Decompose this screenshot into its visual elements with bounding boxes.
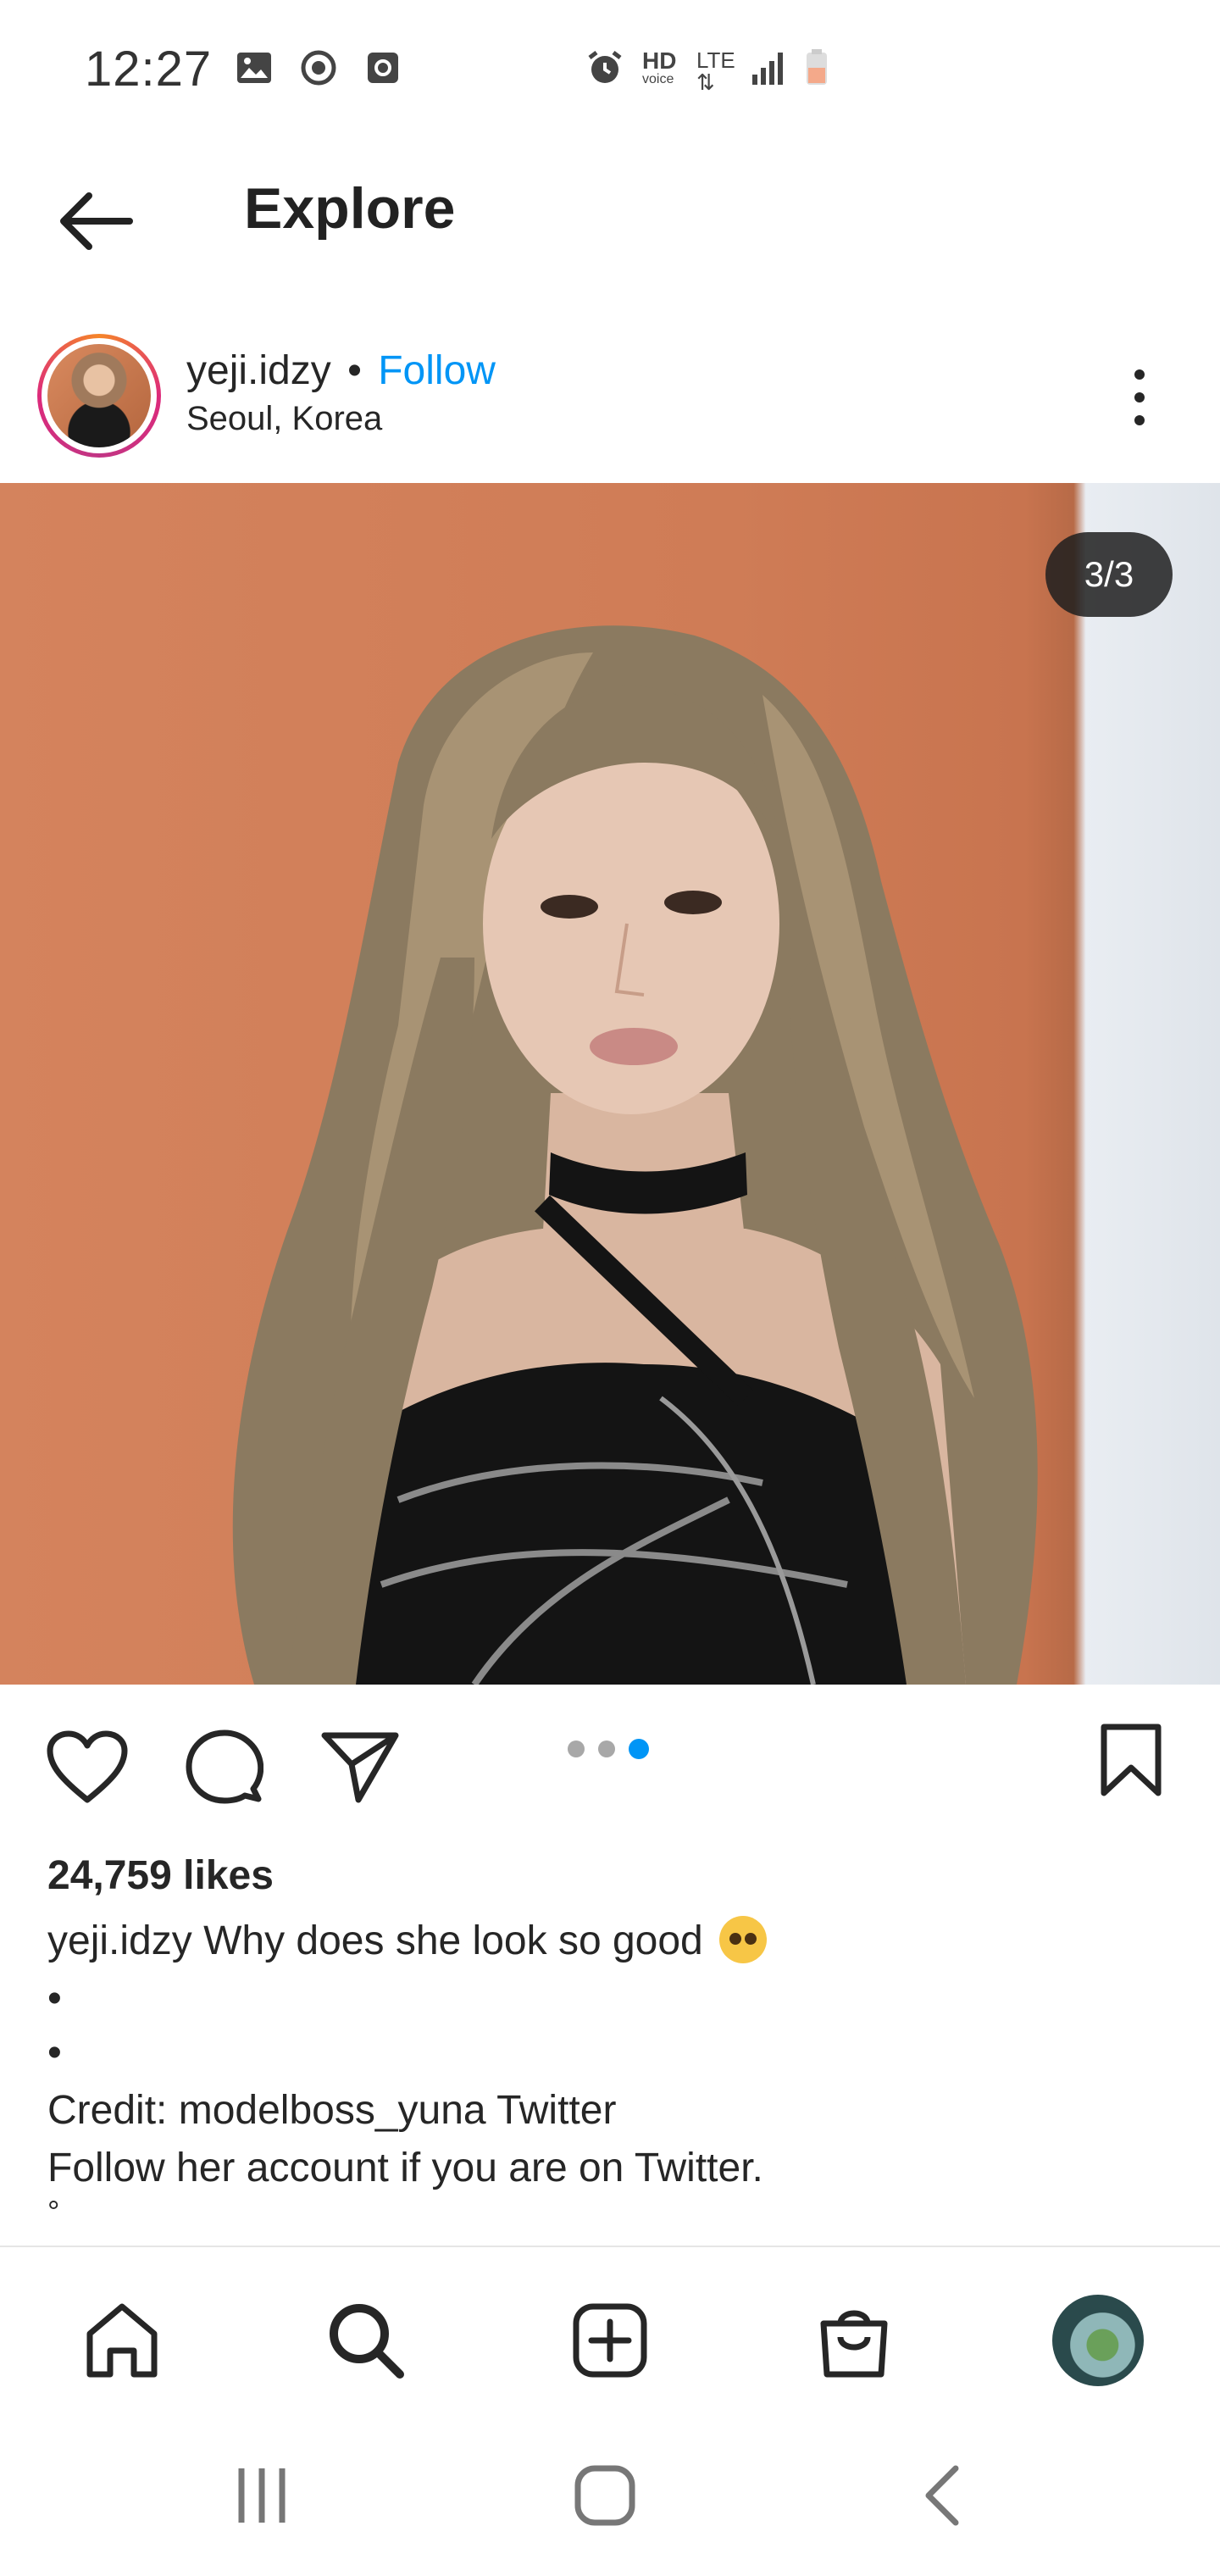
caption-follow-note: Follow her account if you are on Twitter… [47, 2146, 763, 2190]
app-header: Explore [0, 144, 1220, 314]
profile-avatar [1052, 2295, 1144, 2386]
caption-credit: Credit: modelboss_yuna Twitter [47, 2088, 617, 2133]
username-row: yeji.idzy • Follow [186, 348, 496, 394]
carousel-dot [568, 1740, 585, 1757]
gallery-icon [237, 53, 271, 83]
caption: yeji.idzy Why does she look so good [47, 1916, 768, 1967]
recents-icon [238, 2468, 286, 2523]
status-bar: 12:27 HD voice LTE ⇅ [0, 0, 1220, 144]
nav-home[interactable] [71, 2290, 173, 2391]
comment-icon [186, 1729, 263, 1804]
recents-button[interactable] [203, 2449, 322, 2542]
screenshot-icon [368, 53, 398, 83]
battery-icon [807, 49, 827, 85]
save-button[interactable] [1084, 1713, 1178, 1807]
like-button[interactable] [41, 1720, 134, 1813]
nav-new-post[interactable] [559, 2290, 661, 2391]
alarm-icon [588, 51, 622, 83]
carousel-dot [598, 1740, 615, 1757]
more-dot-icon [1134, 415, 1145, 425]
author-avatar[interactable] [37, 334, 161, 458]
pleading-face-emoji-icon [719, 1916, 768, 1964]
caption-bullet: • [47, 1976, 62, 2021]
sync-icon [301, 50, 336, 86]
follow-button[interactable]: Follow [378, 348, 496, 393]
search-icon [330, 2304, 404, 2379]
heart-icon [47, 1730, 128, 1803]
signal-icon [752, 53, 783, 85]
action-bar [0, 1686, 1220, 1856]
carousel-dot-active [629, 1739, 649, 1759]
bookmark-icon [1101, 1724, 1162, 1796]
more-options-button[interactable] [1110, 359, 1169, 436]
separator-dot: • [347, 348, 362, 393]
home-circle-icon [574, 2465, 635, 2526]
chevron-left-icon [925, 2465, 959, 2526]
system-back-button[interactable] [881, 2449, 1000, 2542]
send-icon [321, 1732, 399, 1803]
post-location[interactable]: Seoul, Korea [186, 400, 382, 438]
caption-trailing: ° [47, 2194, 60, 2229]
likes-count[interactable]: 24,759 likes [47, 1852, 274, 1899]
home-button[interactable] [546, 2449, 664, 2542]
carousel-indicator [568, 1739, 649, 1759]
status-time: 12:27 [85, 42, 213, 97]
arrow-left-icon [60, 192, 133, 250]
caption-text: Why does she look so good [203, 1918, 703, 1963]
bottom-navigation [0, 2246, 1220, 2415]
page-title: Explore [244, 176, 456, 241]
system-navigation-bar [0, 2415, 1220, 2576]
more-dot-icon [1134, 392, 1145, 402]
photo-subject [232, 625, 1038, 1685]
back-button[interactable] [49, 175, 142, 268]
nav-shop[interactable] [803, 2290, 905, 2391]
share-button[interactable] [313, 1720, 407, 1813]
photo-counter-badge: 3/3 [1045, 532, 1173, 617]
comment-button[interactable] [178, 1720, 271, 1813]
shop-bag-icon [820, 2310, 888, 2378]
network-hd-label: HD voice [642, 47, 677, 86]
nav-search[interactable] [315, 2290, 417, 2391]
caption-bullet: • [47, 2030, 62, 2075]
post-header: yeji.idzy • Follow Seoul, Korea [0, 322, 1220, 483]
post-photo[interactable]: 3/3 [0, 483, 1220, 1685]
more-dot-icon [1134, 369, 1145, 380]
network-lte-label: LTE ⇅ [696, 47, 735, 95]
new-post-icon [573, 2303, 647, 2378]
home-icon [86, 2303, 158, 2378]
caption-username[interactable]: yeji.idzy [47, 1918, 192, 1963]
nav-profile[interactable] [1047, 2290, 1149, 2391]
post-username[interactable]: yeji.idzy [186, 348, 331, 393]
